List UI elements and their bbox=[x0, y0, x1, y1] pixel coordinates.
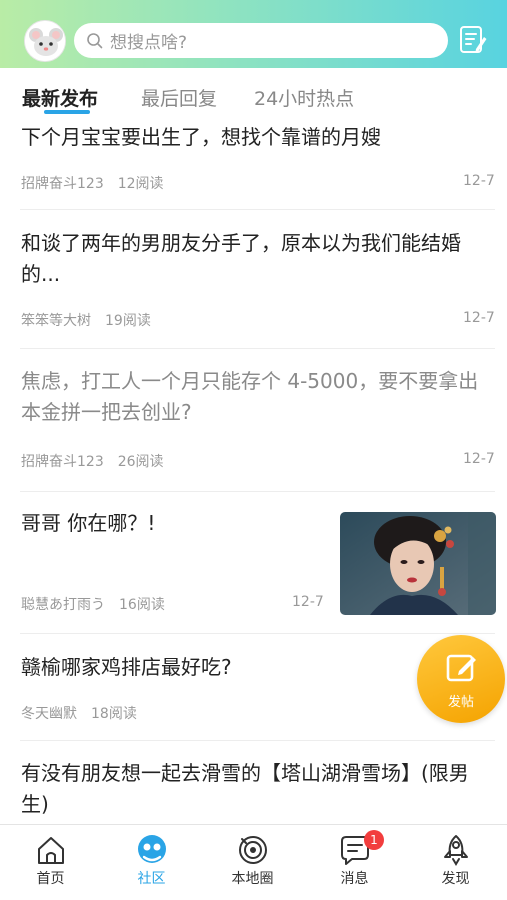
post-date: 12-7 bbox=[292, 594, 324, 610]
nav-messages-label: 消息 bbox=[340, 871, 369, 887]
post-reads: 26阅读 bbox=[117, 454, 164, 470]
message-badge: 1 bbox=[364, 830, 384, 850]
list-item[interactable]: 有没有朋友想一起去滑雪的【塔山湖滑雪场】(限男生) bbox=[0, 742, 507, 824]
post-reads: 19阅读 bbox=[105, 313, 151, 329]
compose-icon bbox=[446, 654, 476, 682]
tab-24h-hot[interactable]: 24小时热点 bbox=[254, 84, 354, 111]
bottom-nav: 首页 社区 本地圈 1 消息 发现 bbox=[0, 824, 507, 900]
post-author[interactable]: 聪慧あ打雨う bbox=[21, 597, 105, 613]
post-author[interactable]: 冬天幽默 bbox=[21, 706, 77, 722]
post-reads: 12阅读 bbox=[117, 176, 164, 192]
post-title[interactable]: 下个月宝宝要出生了，想找个靠谱的月嫂 bbox=[21, 122, 491, 153]
list-item[interactable]: 和谈了两年的男朋友分手了，原本以为我们能结婚的... 笨笨等大树 19阅读 12-… bbox=[0, 210, 507, 350]
post-meta: 聪慧あ打雨う 16阅读 bbox=[21, 594, 179, 614]
search-icon bbox=[87, 32, 103, 48]
active-tab-indicator bbox=[44, 110, 90, 114]
post-author[interactable]: 招牌奋斗123 bbox=[21, 176, 104, 192]
search-placeholder: 想搜点啥? bbox=[110, 33, 188, 53]
post-feed[interactable]: 下个月宝宝要出生了，想找个靠谱的月嫂 招牌奋斗123 12阅读 12-7 和谈了两… bbox=[0, 118, 507, 824]
portrait-image bbox=[340, 512, 496, 615]
search-bar[interactable]: 想搜点啥? bbox=[74, 23, 448, 58]
divider bbox=[20, 740, 495, 741]
post-author[interactable]: 招牌奋斗123 bbox=[21, 454, 104, 470]
nav-discover-label: 发现 bbox=[441, 871, 470, 887]
feed-tabs: 最新发布 最后回复 24小时热点 bbox=[0, 68, 507, 118]
post-date: 12-7 bbox=[463, 173, 495, 189]
top-header: 想搜点啥? bbox=[0, 0, 507, 68]
user-avatar[interactable] bbox=[24, 20, 66, 62]
list-item[interactable]: 哥哥 你在哪？! 聪慧あ打雨う 16阅读 12-7 bbox=[0, 492, 507, 634]
nav-home-label: 首页 bbox=[36, 871, 65, 887]
post-meta: 招牌奋斗123 12阅读 bbox=[21, 173, 178, 193]
home-icon bbox=[38, 837, 64, 864]
list-item[interactable]: 下个月宝宝要出生了，想找个靠谱的月嫂 招牌奋斗123 12阅读 12-7 bbox=[0, 118, 507, 210]
post-reads: 16阅读 bbox=[119, 597, 165, 613]
post-meta: 冬天幽默 18阅读 bbox=[21, 703, 151, 723]
post-date: 12-7 bbox=[463, 310, 495, 326]
post-title[interactable]: 哥哥 你在哪？! bbox=[21, 508, 321, 539]
tab-latest[interactable]: 最新发布 bbox=[22, 84, 98, 111]
new-post-button[interactable]: 发帖 bbox=[417, 635, 505, 723]
community-icon bbox=[138, 835, 166, 863]
nav-local-circle[interactable]: 本地圈 bbox=[202, 825, 303, 900]
nav-community[interactable]: 社区 bbox=[101, 825, 202, 900]
new-post-label: 发帖 bbox=[447, 695, 474, 710]
divider bbox=[20, 348, 495, 349]
tab-last-reply[interactable]: 最后回复 bbox=[141, 84, 217, 111]
post-meta: 笨笨等大树 19阅读 bbox=[21, 310, 165, 330]
rocket-icon bbox=[444, 835, 468, 866]
nav-discover[interactable]: 发现 bbox=[405, 825, 506, 900]
post-title[interactable]: 有没有朋友想一起去滑雪的【塔山湖滑雪场】(限男生) bbox=[21, 758, 491, 820]
edit-note-icon[interactable] bbox=[458, 24, 488, 56]
post-date: 12-7 bbox=[463, 451, 495, 467]
post-title[interactable]: 焦虑，打工人一个月只能存个 4-5000，要不要拿出本金拼一把去创业? bbox=[21, 366, 491, 428]
post-title[interactable]: 和谈了两年的男朋友分手了，原本以为我们能结婚的... bbox=[21, 228, 491, 290]
list-item[interactable]: 焦虑，打工人一个月只能存个 4-5000，要不要拿出本金拼一把去创业? 招牌奋斗… bbox=[0, 350, 507, 492]
nav-local-circle-label: 本地圈 bbox=[231, 871, 274, 887]
post-reads: 18阅读 bbox=[91, 706, 137, 722]
post-title[interactable]: 赣榆哪家鸡排店最好吃? bbox=[21, 652, 401, 683]
local-circle-icon bbox=[239, 836, 267, 864]
post-author[interactable]: 笨笨等大树 bbox=[21, 313, 91, 329]
post-meta: 招牌奋斗123 26阅读 bbox=[21, 451, 178, 471]
nav-home[interactable]: 首页 bbox=[0, 825, 101, 900]
nav-messages[interactable]: 1 消息 bbox=[304, 825, 405, 900]
nav-community-label: 社区 bbox=[137, 871, 166, 887]
mouse-avatar-icon bbox=[25, 21, 65, 61]
post-thumbnail[interactable] bbox=[340, 512, 496, 615]
